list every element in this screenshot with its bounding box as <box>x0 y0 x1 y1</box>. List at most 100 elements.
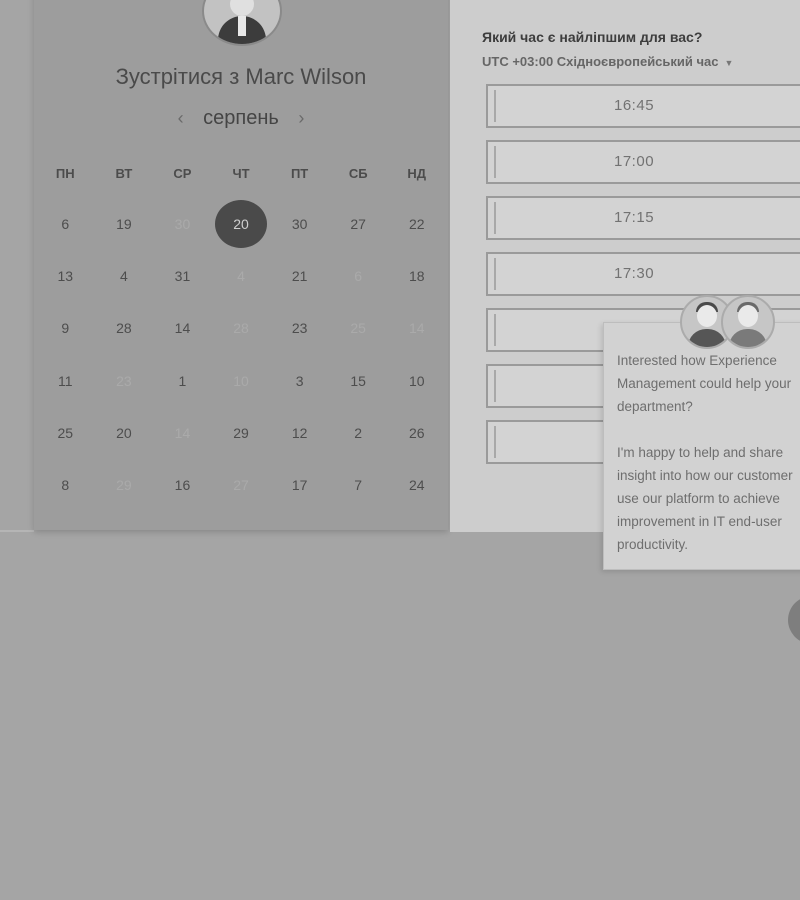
calendar-day[interactable]: 21 <box>270 250 329 302</box>
calendar-day[interactable]: 15 <box>329 355 388 407</box>
month-navigation: ‹ серпень › <box>34 107 448 130</box>
meeting-title: Зустрітися з Marc Wilson <box>115 64 367 89</box>
day-number: 2 <box>354 424 363 441</box>
calendar-day[interactable]: 6 <box>36 198 95 250</box>
divider <box>0 530 34 532</box>
day-number: 3 <box>295 372 304 389</box>
calendar-week-row: 6 19 30 20 30 27 22 <box>36 198 446 250</box>
time-slot-button[interactable]: 17:00 <box>486 140 800 184</box>
calendar-day: 27 <box>212 459 271 511</box>
calendar-day[interactable]: 16 <box>153 459 212 511</box>
calendar-day[interactable]: 10 <box>387 355 446 407</box>
calendar-day[interactable]: 29 <box>212 407 271 459</box>
calendar-day[interactable]: 3 <box>270 355 329 407</box>
time-question: Який час є найліпшим для вас? <box>482 29 703 45</box>
calendar-day: 25 <box>329 302 388 354</box>
day-number: 1 <box>178 372 187 389</box>
calendar-day: 14 <box>387 302 446 354</box>
day-number: 8 <box>61 477 70 494</box>
day-number: 4 <box>237 268 245 285</box>
day-number: 14 <box>408 320 425 337</box>
time-slot-label: 17:15 <box>614 209 655 226</box>
calendar-day: 4 <box>212 250 271 302</box>
day-number: 4 <box>119 268 128 285</box>
calendar-day[interactable]: 30 <box>270 198 329 250</box>
day-number: 28 <box>233 320 249 337</box>
calendar-day[interactable]: 24 <box>387 459 446 511</box>
day-number: 15 <box>350 372 366 389</box>
calendar-day: 6 <box>329 250 388 302</box>
calendar-day[interactable]: 11 <box>36 355 95 407</box>
day-number: 6 <box>61 216 70 233</box>
calendar-day: 28 <box>212 302 271 354</box>
chevron-right-icon[interactable]: › <box>284 108 318 129</box>
calendar-day[interactable]: 26 <box>387 407 446 459</box>
calendar-day[interactable]: 25 <box>36 407 95 459</box>
chat-message-2: I'm happy to help and share insight into… <box>617 445 793 552</box>
month-label: серпень <box>203 107 279 129</box>
weekday-label: ПН <box>55 166 75 181</box>
calendar-day[interactable]: 12 <box>270 407 329 459</box>
calendar-day[interactable]: 4 <box>95 250 154 302</box>
calendar-day[interactable]: 2 <box>329 407 388 459</box>
day-number: 29 <box>116 477 132 494</box>
day-number: 31 <box>174 268 191 285</box>
calendar-day[interactable]: 18 <box>387 250 446 302</box>
calendar-day[interactable]: 31 <box>153 250 212 302</box>
day-number: 18 <box>408 268 425 285</box>
weekday-label: ВТ <box>115 166 133 181</box>
day-number: 30 <box>291 216 308 233</box>
day-number: 16 <box>174 477 191 494</box>
weekday-header: ПН ВТ СР ЧТ ПТ СБ НД <box>36 166 446 181</box>
chat-launcher-button[interactable] <box>788 596 800 644</box>
time-slot-button[interactable]: 17:15 <box>486 196 800 240</box>
calendar-day[interactable]: 9 <box>36 302 95 354</box>
timezone-select[interactable]: UTC +03:00 Східноєвропейський час ▼ <box>482 54 733 69</box>
day-number: 29 <box>233 424 249 441</box>
chat-message: Interested how Experience Management cou… <box>617 349 800 579</box>
time-slot-label: 17:30 <box>614 265 655 282</box>
day-number: 12 <box>291 424 308 441</box>
day-number: 11 <box>58 372 73 389</box>
calendar-day[interactable]: 22 <box>387 198 446 250</box>
caret-down-icon: ▼ <box>724 58 734 68</box>
calendar-day[interactable]: 23 <box>270 302 329 354</box>
calendar-week-row: 13 4 31 4 21 6 18 <box>36 250 446 302</box>
calendar-week-row: 25 20 14 29 12 2 26 <box>36 407 446 459</box>
calendar-day[interactable]: 1 <box>153 355 212 407</box>
weekday-label: НД <box>407 166 427 181</box>
time-slot-button[interactable]: 16:45 <box>486 84 800 128</box>
day-number: 23 <box>291 320 308 337</box>
chevron-left-icon[interactable]: ‹ <box>164 108 198 129</box>
day-number: 13 <box>57 268 74 285</box>
calendar-day: 10 <box>212 355 271 407</box>
time-slot-button[interactable]: 17:30 <box>486 252 800 296</box>
calendar-day-selected[interactable]: 20 <box>212 198 271 250</box>
day-number: 20 <box>233 216 249 233</box>
timezone-label: UTC +03:00 Східноєвропейський час <box>482 54 719 69</box>
day-number: 21 <box>291 268 308 285</box>
calendar-week-row: 8 29 16 27 17 7 24 <box>36 459 446 511</box>
day-number: 24 <box>408 477 425 494</box>
calendar-day[interactable]: 20 <box>95 407 154 459</box>
calendar-day[interactable]: 7 <box>329 459 388 511</box>
day-number: 10 <box>408 372 425 389</box>
calendar-day[interactable]: 28 <box>95 302 154 354</box>
calendar-day[interactable]: 19 <box>95 198 154 250</box>
time-slot-label: 16:45 <box>614 97 655 114</box>
calendar-day[interactable]: 17 <box>270 459 329 511</box>
calendar-day[interactable]: 13 <box>36 250 95 302</box>
calendar-day[interactable]: 8 <box>36 459 95 511</box>
day-number: 17 <box>291 477 308 494</box>
time-slot-label: 17:00 <box>614 153 655 170</box>
weekday-label: СР <box>173 166 192 181</box>
calendar-day[interactable]: 27 <box>329 198 388 250</box>
calendar-day[interactable]: 14 <box>153 302 212 354</box>
chat-message-1: Interested how Experience Management cou… <box>617 353 792 414</box>
day-number: 20 <box>116 424 132 441</box>
day-number: 25 <box>57 424 74 441</box>
weekday-label: ПТ <box>290 166 309 181</box>
weekday-label: ЧТ <box>232 166 250 181</box>
day-number: 6 <box>354 268 363 285</box>
day-number: 26 <box>408 424 425 441</box>
